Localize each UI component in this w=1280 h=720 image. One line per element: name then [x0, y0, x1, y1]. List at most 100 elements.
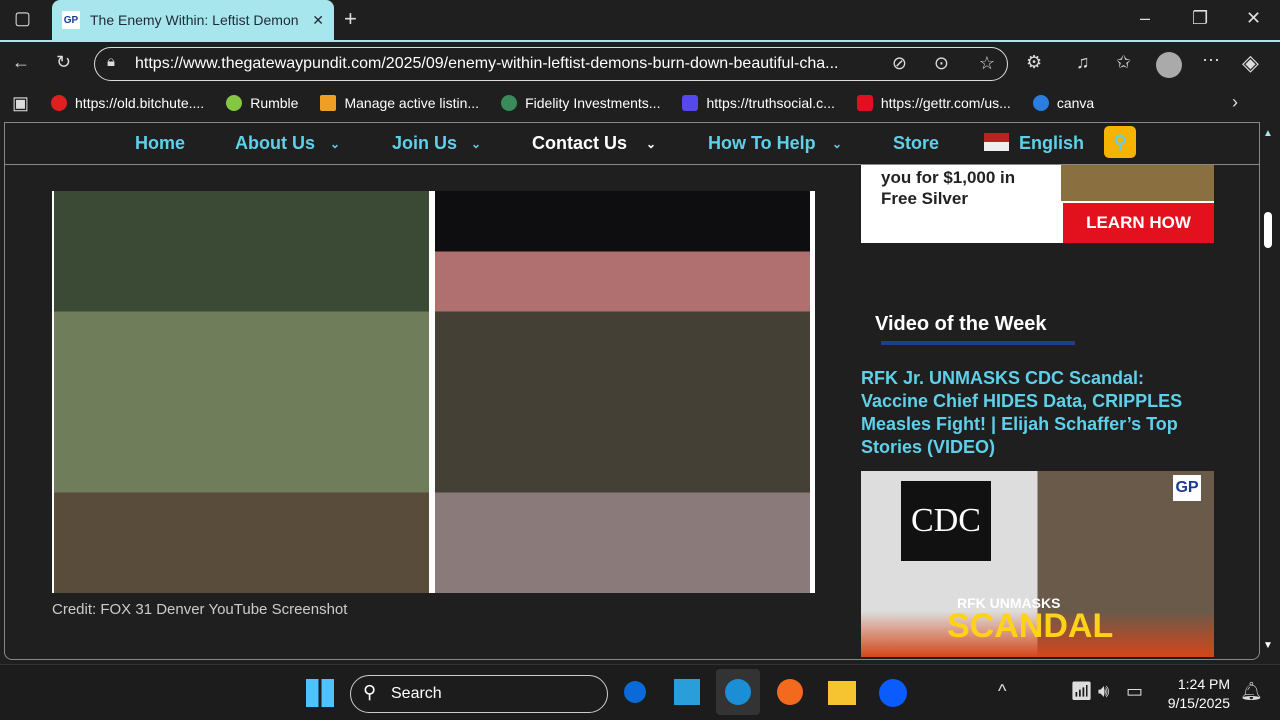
copilot-icon[interactable]: ◈: [1242, 50, 1259, 76]
bookmark-icon: [226, 95, 243, 111]
new-tab-icon[interactable]: +: [344, 6, 357, 32]
site-nav: Home About Us ⌄ Join Us ⌄ Contact Us ⌄ H…: [5, 123, 1259, 165]
favorite-star-icon[interactable]: ☆: [979, 53, 995, 74]
video-story-link[interactable]: RFK Jr. UNMASKS CDC Scandal: Vaccine Chi…: [861, 367, 1201, 459]
help-icon[interactable]: [674, 679, 700, 705]
taskbar-search[interactable]: ⚲ Search: [350, 675, 608, 713]
learn-how-button[interactable]: LEARN HOW: [1063, 203, 1214, 243]
start-icon[interactable]: [306, 679, 334, 707]
bookmark-icon: [501, 95, 518, 111]
collections-icon[interactable]: ▣: [12, 93, 29, 114]
bookmark[interactable]: Manage active listin...: [320, 95, 479, 111]
scroll-down-icon[interactable]: ▼: [1263, 640, 1273, 651]
chevron-down-icon[interactable]: ⌄: [646, 137, 656, 151]
file-explorer-icon[interactable]: [828, 681, 856, 705]
burned-car-photo: [435, 191, 810, 593]
time: 1:24 PM: [1177, 676, 1230, 692]
ad-text: you for $1,000 in: [881, 168, 1016, 187]
nav-join-us[interactable]: Join Us: [392, 133, 457, 154]
video-heading: Video of the Week: [875, 313, 1047, 335]
nav-contact-us[interactable]: Contact Us: [532, 133, 627, 154]
bookmark[interactable]: https://old.bitchute....: [51, 95, 204, 111]
search-label: Search: [391, 685, 442, 702]
volume-icon[interactable]: 🔊︎: [1098, 681, 1109, 702]
address-bar-row: ← ↻ 🔒︎ https://www.thegatewaypundit.com/…: [0, 40, 1280, 84]
profile-avatar[interactable]: [1156, 52, 1182, 78]
bookmark-icon: [320, 95, 337, 111]
url-input[interactable]: 🔒︎ https://www.thegatewaypundit.com/2025…: [94, 47, 1008, 81]
back-icon[interactable]: ←: [12, 52, 30, 73]
heading-underline: [881, 341, 1075, 345]
url-text: https://www.thegatewaypundit.com/2025/09…: [135, 55, 839, 72]
close-tab-icon[interactable]: ✕: [312, 12, 324, 29]
nav-how-to-help[interactable]: How To Help: [708, 133, 816, 154]
fence-photo: [54, 191, 429, 593]
favicon: GP: [62, 11, 80, 29]
chevron-down-icon[interactable]: ⌄: [832, 137, 842, 151]
bookmark-icon: [51, 95, 68, 111]
thumb-text: SCANDAL: [947, 607, 1114, 645]
bookmark-icon: [682, 95, 699, 111]
nav-language[interactable]: English: [1019, 133, 1084, 154]
restore-icon[interactable]: ❐: [1192, 8, 1208, 29]
settings-menu-icon[interactable]: ⋯: [1202, 50, 1220, 71]
tab-title: The Enemy Within: Leftist Demon: [90, 12, 299, 28]
extensions-icon[interactable]: ⚙: [1026, 52, 1042, 73]
bookmark-label: Rumble: [250, 95, 299, 111]
bookmark[interactable]: https://truthsocial.c...: [682, 95, 835, 111]
tracking-icon[interactable]: ⊘: [892, 53, 907, 74]
nav-home[interactable]: Home: [135, 133, 185, 154]
bookmark[interactable]: Fidelity Investments...: [501, 95, 660, 111]
bookmark-label: Manage active listin...: [344, 95, 480, 111]
minimize-icon[interactable]: –: [1140, 8, 1150, 29]
more-icon[interactable]: ⊙: [934, 53, 949, 74]
zoom-icon[interactable]: [879, 679, 907, 707]
bookmarks-bar: ▣ https://old.bitchute.... Rumble Manage…: [0, 84, 1280, 122]
refresh-icon[interactable]: ↻: [56, 52, 71, 73]
scrollbar[interactable]: ▲ ▼: [1262, 122, 1276, 660]
hp-icon[interactable]: [624, 681, 646, 703]
bookmark[interactable]: canva: [1032, 95, 1095, 111]
web-page: Home About Us ⌄ Join Us ⌄ Contact Us ⌄ H…: [4, 122, 1260, 660]
scrollbar-thumb[interactable]: [1264, 212, 1272, 248]
gp-badge: GP: [1173, 475, 1201, 501]
nav-store[interactable]: Store: [893, 133, 939, 154]
nav-about-us[interactable]: About Us: [235, 133, 315, 154]
bookmark-icon: [856, 95, 873, 111]
us-flag-icon: [984, 133, 1009, 151]
ad-text: Free Silver: [881, 189, 968, 208]
clock[interactable]: 1:24 PM 9/15/2025: [1160, 675, 1230, 713]
scroll-up-icon[interactable]: ▲: [1263, 128, 1273, 139]
lock-icon[interactable]: 🔒︎: [107, 53, 115, 70]
cdc-logo: CDC: [901, 481, 991, 561]
bookmark-icon: [1032, 95, 1049, 111]
chevron-right-icon[interactable]: ›: [1232, 92, 1238, 113]
media-icon[interactable]: ♫: [1076, 52, 1090, 73]
chevron-down-icon[interactable]: ⌄: [471, 137, 481, 151]
bookmark-label: https://old.bitchute....: [75, 95, 205, 111]
search-icon[interactable]: ⚲: [1104, 126, 1136, 158]
advertisement[interactable]: you for $1,000 in Free Silver LEARN HOW: [861, 165, 1214, 243]
show-hidden-icons[interactable]: ^: [998, 681, 1006, 702]
chevron-down-icon[interactable]: ⌄: [330, 137, 340, 151]
firefox-icon[interactable]: [777, 679, 803, 705]
tab-actions-icon[interactable]: ▢: [14, 8, 31, 29]
wifi-icon[interactable]: 📶︎: [1070, 681, 1093, 702]
bookmark[interactable]: https://gettr.com/us...: [856, 95, 1011, 111]
taskbar: ⚲ Search ^ 📶︎ 🔊︎ ▭ 1:24 PM 9/15/2025 🔔︎: [0, 664, 1280, 720]
tab-active[interactable]: GP The Enemy Within: Leftist Demon ✕: [52, 0, 334, 40]
bookmark-label: https://gettr.com/us...: [880, 95, 1011, 111]
favorites-icon[interactable]: ✩: [1116, 52, 1131, 73]
bookmark-label: canva: [1056, 95, 1095, 111]
bookmark-label: Fidelity Investments...: [525, 95, 661, 111]
close-window-icon[interactable]: ✕: [1246, 8, 1261, 29]
edge-icon: [725, 679, 751, 705]
article-image: [52, 191, 815, 593]
bookmark[interactable]: Rumble: [226, 95, 298, 111]
tab-bar: ▢ GP The Enemy Within: Leftist Demon ✕ +…: [0, 0, 1280, 40]
ad-image: [1061, 165, 1214, 201]
date: 9/15/2025: [1167, 695, 1230, 711]
notification-bell-icon[interactable]: 🔔︎: [1240, 681, 1263, 702]
battery-icon[interactable]: ▭: [1126, 681, 1143, 702]
video-thumbnail[interactable]: CDC GP RFK UNMASKS SCANDAL: [861, 471, 1214, 657]
